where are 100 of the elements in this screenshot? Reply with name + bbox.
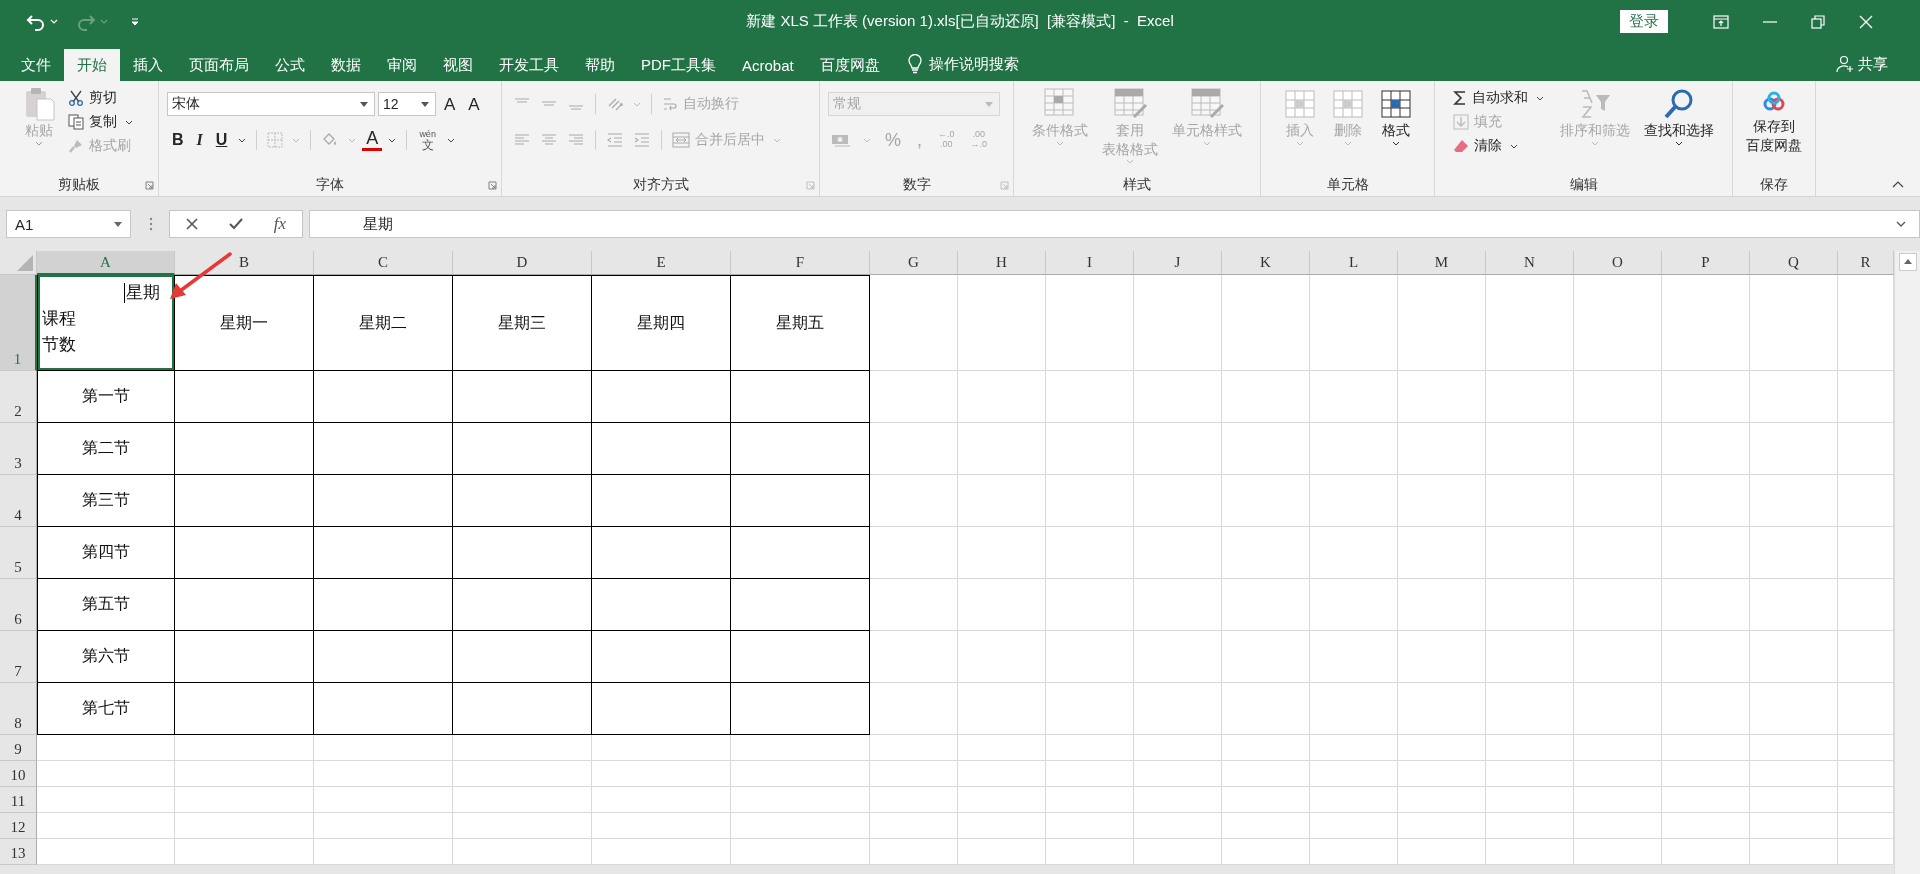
minimize-icon[interactable] [1763,20,1777,23]
share-button[interactable]: 共享 [1830,53,1894,75]
copy-button[interactable]: 复制 [65,111,139,133]
column-header[interactable]: P [1662,251,1750,275]
dialog-launcher-icon[interactable] [145,181,154,190]
column-header[interactable]: J [1134,251,1222,275]
active-cell[interactable]: 星期 课程 节数 [37,275,175,371]
ribbon-display-icon[interactable] [1713,14,1729,29]
redo-icon[interactable] [76,12,96,31]
row-header[interactable]: 2 [0,371,37,423]
caret-icon[interactable] [388,137,397,143]
ribbon-tab[interactable]: 插入 [120,49,176,81]
align-icon[interactable] [540,133,558,147]
cut-button[interactable]: 剪切 [65,87,120,109]
indent-decrease-icon[interactable] [606,133,624,147]
column-header[interactable]: L [1310,251,1398,275]
row-header[interactable]: 4 [0,475,37,527]
column-header[interactable]: B [175,251,314,275]
indent-increase-icon[interactable] [633,133,651,147]
expand-icon[interactable] [1896,221,1906,227]
font-color-button[interactable]: A [362,129,383,151]
font-size-field[interactable]: 12 [378,92,436,116]
ribbon-tab[interactable]: 页面布局 [176,49,262,81]
row-header[interactable]: 6 [0,579,37,631]
grow-font-button[interactable]: A [439,95,461,113]
select-all-icon[interactable] [17,255,33,271]
caret-icon [1203,140,1211,146]
underline-button[interactable]: U [210,132,233,148]
ribbon-tab[interactable]: 开始 [64,49,120,81]
row-header[interactable]: 11 [0,787,37,813]
clear-button[interactable]: 清除 [1449,135,1524,157]
save-to-cloud-button[interactable]: 保存到 百度网盘 [1742,85,1806,156]
ribbon-tab[interactable]: 百度网盘 [806,49,893,81]
dialog-launcher-icon[interactable] [806,181,815,190]
column-header[interactable]: O [1574,251,1662,275]
row-header[interactable]: 3 [0,423,37,475]
table-cell: 第二节 [37,423,175,475]
column-header[interactable]: A [37,251,175,275]
column-header[interactable]: K [1222,251,1310,275]
font-name-field[interactable]: 宋体 [167,92,375,116]
find-select-button[interactable]: 查找和选择 [1639,85,1718,148]
column-header[interactable]: G [870,251,958,275]
italic-button[interactable]: I [191,132,208,148]
cells-button[interactable]: 格式 [1374,85,1417,148]
row-header[interactable]: 9 [0,735,37,761]
lightbulb-icon[interactable] [906,54,923,74]
row-header[interactable]: 12 [0,813,37,839]
insert-function-button[interactable]: fx [271,214,289,234]
column-header[interactable]: N [1486,251,1574,275]
cancel-icon[interactable] [183,216,200,232]
align-icon[interactable] [513,133,531,147]
caret-icon[interactable] [446,137,455,143]
ribbon-tab[interactable]: 审阅 [374,49,430,81]
restore-icon[interactable] [1811,14,1825,29]
customize-icon[interactable] [130,16,140,27]
column-header[interactable]: I [1046,251,1134,275]
row-header[interactable]: 1 [0,275,37,371]
shrink-font-button[interactable]: A [463,95,485,113]
column-header[interactable]: R [1838,251,1894,275]
ribbon-tab[interactable]: 帮助 [572,49,628,81]
search-field[interactable]: 操作说明搜索 [928,54,1019,74]
column-header[interactable]: M [1398,251,1486,275]
dialog-launcher-icon[interactable] [1000,181,1009,190]
ribbon-tab[interactable]: PDF工具集 [628,49,729,81]
ribbon-tab[interactable]: 文件 [8,49,64,81]
undo-icon[interactable] [26,12,46,31]
ribbon-tab[interactable]: Acrobat [729,49,807,81]
login-button[interactable]: 登录 [1620,10,1668,33]
ribbon-tab[interactable]: 公式 [262,49,318,81]
name-box[interactable]: A1 [6,210,131,238]
autosum-button[interactable]: 自动求和 [1449,87,1550,109]
row-header[interactable]: 8 [0,683,37,735]
column-header[interactable]: C [314,251,453,275]
column-header[interactable]: Q [1750,251,1838,275]
scroll-up-icon[interactable] [1898,253,1917,271]
formula-input[interactable]: 星期 [309,210,1920,238]
currency-icon[interactable] [831,132,851,148]
dialog-launcher-icon[interactable] [488,181,497,190]
column-header[interactable]: H [958,251,1046,275]
close-icon[interactable] [1859,14,1873,29]
column-header[interactable]: D [453,251,592,275]
caret-icon [773,137,781,143]
copy-icon [68,114,84,130]
borders-icon[interactable] [267,132,284,148]
collapse-ribbon-icon[interactable] [1892,180,1904,188]
text-angle-icon[interactable] [606,96,624,112]
phonetic-button[interactable]: wén 文 [414,129,441,151]
ribbon-tab[interactable]: 开发工具 [486,49,572,81]
row-header[interactable]: 10 [0,761,37,787]
align-icon[interactable] [567,133,585,147]
row-header[interactable]: 13 [0,839,37,865]
caret-icon[interactable] [238,137,247,143]
bold-button[interactable]: B [167,132,189,148]
row-header[interactable]: 7 [0,631,37,683]
checkmark-icon[interactable] [227,216,244,232]
ribbon-tab[interactable]: 数据 [318,49,374,81]
column-header[interactable]: E [592,251,731,275]
row-header[interactable]: 5 [0,527,37,579]
column-header[interactable]: F [731,251,870,275]
ribbon-tab[interactable]: 视图 [430,49,486,81]
